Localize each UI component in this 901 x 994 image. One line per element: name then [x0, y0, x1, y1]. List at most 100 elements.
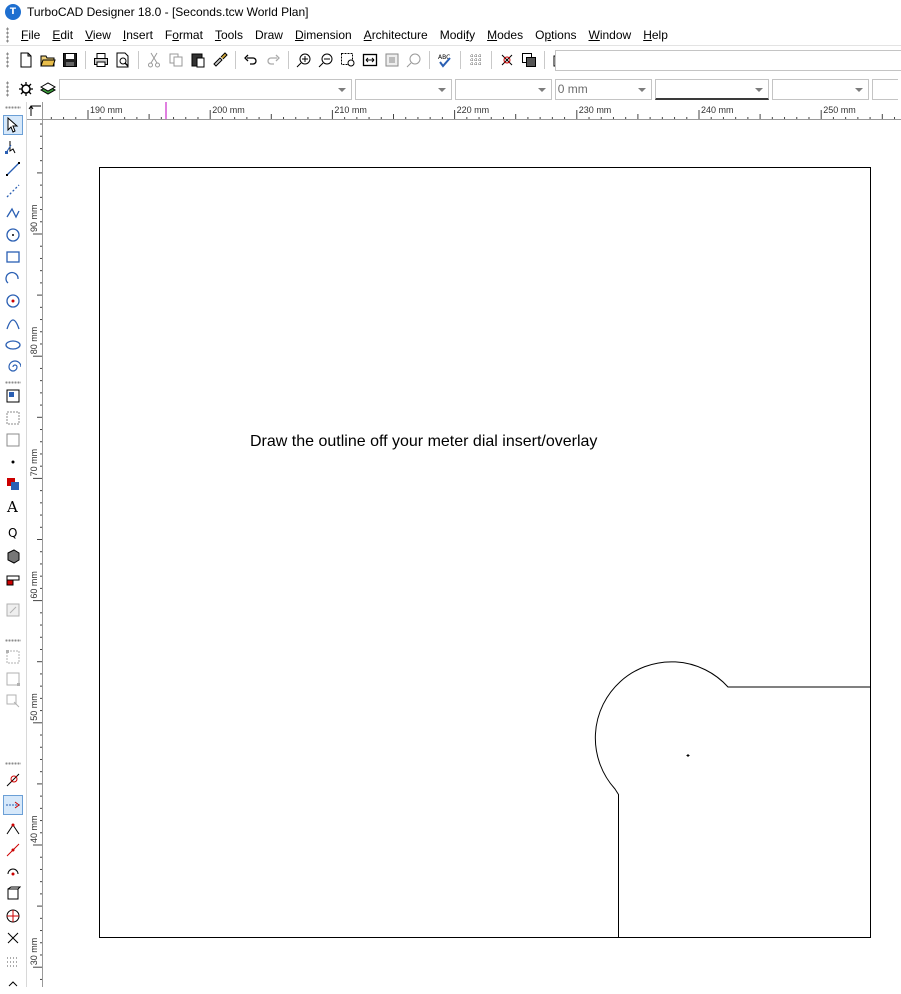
snap-more-tool[interactable] — [3, 974, 23, 994]
line-tool[interactable] — [3, 159, 23, 179]
group-tool[interactable] — [3, 408, 23, 428]
vertical-ruler[interactable]: 90 mm 80 mm 70 mm 60 mm 50 mm 40 mm 30 mm — [27, 120, 43, 987]
layer-manager-button[interactable] — [37, 78, 59, 100]
menu-dimension[interactable]: Dimension — [289, 24, 358, 46]
line-pattern-select[interactable] — [654, 78, 770, 100]
ellipse-tool[interactable] — [3, 335, 23, 355]
horizontal-ruler[interactable]: 190 mm 200 mm 210 mm 220 mm 230 mm 240 mm 250 … — [43, 102, 901, 120]
snap-nearest-tool[interactable] — [3, 928, 23, 948]
zoom-previous-button[interactable] — [403, 49, 425, 71]
rectangle-tool[interactable] — [3, 247, 23, 267]
meter-dial-outline[interactable] — [594, 661, 871, 938]
node-edit-tool[interactable] — [3, 137, 23, 157]
move-icon — [6, 650, 20, 664]
ruler-label: 50 mm — [29, 693, 39, 721]
menu-edit[interactable]: Edit — [46, 24, 79, 46]
zoom-page-button[interactable] — [381, 49, 403, 71]
format-painter-button[interactable] — [209, 49, 231, 71]
menu-format[interactable]: Format — [159, 24, 209, 46]
viewport-icon — [6, 603, 20, 617]
line-width-select[interactable]: 0 mm — [554, 78, 652, 100]
redo-button[interactable] — [262, 49, 284, 71]
menu-insert[interactable]: Insert — [117, 24, 159, 46]
line-style-select[interactable] — [455, 78, 552, 100]
menu-architecture[interactable]: Architecture — [358, 24, 434, 46]
toolbar-grip[interactable] — [6, 81, 9, 97]
print-preview-button[interactable] — [112, 49, 134, 71]
menu-tools[interactable]: Tools — [209, 24, 249, 46]
page-border[interactable] — [99, 167, 871, 938]
scissors-icon — [148, 52, 160, 68]
snap-tangent-tool[interactable] — [3, 906, 23, 926]
zoom-extents-button[interactable] — [359, 49, 381, 71]
menu-file[interactable]: File — [15, 24, 46, 46]
dimension-tool[interactable]: Q — [3, 522, 23, 542]
menu-window[interactable]: Window — [583, 24, 638, 46]
zoom-out-icon — [318, 53, 333, 68]
3d-object-tool[interactable] — [3, 546, 23, 566]
block-insert-tool[interactable] — [3, 386, 23, 406]
menu-draw[interactable]: Draw — [249, 24, 289, 46]
spell-check-button[interactable]: ABC — [434, 49, 456, 71]
drawing-canvas[interactable]: Draw the outline off your meter dial ins… — [44, 121, 901, 987]
menu-modes[interactable]: Modes — [481, 24, 529, 46]
save-button[interactable] — [59, 49, 81, 71]
menu-options[interactable]: Options — [529, 24, 582, 46]
copy-button[interactable] — [165, 49, 187, 71]
line-icon — [6, 162, 20, 176]
palette-grip[interactable] — [5, 106, 21, 109]
menu-grip[interactable] — [6, 26, 9, 43]
new-file-button[interactable] — [15, 49, 37, 71]
curve-tool[interactable] — [3, 313, 23, 333]
color-select[interactable] — [355, 78, 452, 100]
snap-midpoint-tool[interactable] — [3, 840, 23, 860]
polyline-tool[interactable] — [3, 203, 23, 223]
fill-tool[interactable] — [3, 474, 23, 494]
bezier-curve-icon — [6, 319, 20, 330]
modify-scale-tool[interactable] — [3, 669, 23, 689]
menu-help[interactable]: Help — [637, 24, 674, 46]
menu-modify[interactable]: Modify — [434, 24, 481, 46]
spiral-tool[interactable] — [3, 357, 23, 377]
multiline-tool[interactable] — [3, 181, 23, 201]
menu-view[interactable]: View — [79, 24, 117, 46]
layers-button[interactable] — [518, 49, 540, 71]
pattern-scale-select[interactable] — [772, 78, 870, 100]
zoom-out-button[interactable] — [315, 49, 337, 71]
snap-settings-button[interactable] — [496, 49, 518, 71]
zoom-window-button[interactable] — [337, 49, 359, 71]
ruler-origin-corner[interactable] — [27, 102, 43, 120]
snap-center-tool[interactable] — [3, 862, 23, 882]
printer-icon — [94, 53, 108, 67]
architecture-tool[interactable] — [3, 570, 23, 590]
snap-vertex-tool[interactable] — [3, 795, 23, 815]
cut-button[interactable] — [143, 49, 165, 71]
grid-button[interactable] — [465, 49, 487, 71]
snap-intersection-tool[interactable] — [3, 818, 23, 838]
arc-tool[interactable] — [3, 269, 23, 289]
toolbar-grip[interactable] — [6, 52, 9, 68]
open-file-button[interactable] — [37, 49, 59, 71]
drawing-annotation-text[interactable]: Draw the outline off your meter dial ins… — [250, 433, 597, 451]
point-tool[interactable] — [3, 452, 23, 472]
snap-grid-icon — [7, 957, 19, 967]
circle-tool[interactable] — [3, 225, 23, 245]
extra-field[interactable] — [872, 78, 899, 100]
modify-stretch-tool[interactable] — [3, 691, 23, 711]
property-settings-button[interactable] — [15, 78, 37, 100]
ungroup-tool[interactable] — [3, 430, 23, 450]
turbocad-app-icon[interactable]: T — [5, 4, 21, 20]
text-tool[interactable]: A — [3, 496, 23, 516]
modify-move-tool[interactable] — [3, 647, 23, 667]
undo-button[interactable] — [240, 49, 262, 71]
print-button[interactable] — [90, 49, 112, 71]
select-tool[interactable] — [3, 115, 23, 135]
snap-grid-tool[interactable] — [3, 952, 23, 972]
paste-button[interactable] — [187, 49, 209, 71]
zoom-in-button[interactable] — [293, 49, 315, 71]
snap-mode-tool[interactable] — [3, 770, 23, 790]
snap-quadrant-tool[interactable] — [3, 884, 23, 904]
viewport-tool[interactable] — [3, 600, 23, 620]
layer-select[interactable] — [58, 78, 353, 100]
circle-center-tool[interactable] — [3, 291, 23, 311]
